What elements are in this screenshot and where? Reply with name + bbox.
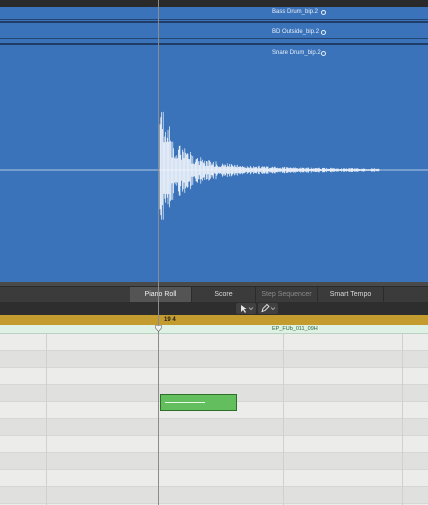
key-lane <box>0 419 428 436</box>
note-velocity-line <box>165 402 205 403</box>
key-lane <box>0 368 428 385</box>
tab-step-sequencer[interactable]: Step Sequencer <box>256 287 318 302</box>
tab-piano-roll[interactable]: Piano Roll <box>130 287 192 302</box>
key-lane <box>0 351 428 368</box>
editor-tab-bar: Piano Roll Score Step Sequencer Smart Te… <box>0 286 428 302</box>
key-lane <box>0 334 428 351</box>
tab-smart-tempo[interactable]: Smart Tempo <box>318 287 384 302</box>
key-lane <box>0 487 428 504</box>
chevron-down-icon <box>270 307 276 311</box>
playhead[interactable] <box>158 0 159 505</box>
editor-toolbar <box>0 302 428 315</box>
waveform-path <box>159 111 380 220</box>
arrow-pointer-icon <box>241 305 254 313</box>
ruler-position-label: 19 4 <box>164 317 176 323</box>
pointer-tool-button[interactable] <box>236 303 256 314</box>
key-lane <box>0 436 428 453</box>
beat-gridline <box>283 334 284 505</box>
beat-gridline <box>402 334 403 505</box>
piano-roll-grid[interactable] <box>0 334 428 505</box>
snare-waveform <box>0 111 428 220</box>
midi-region-header[interactable]: EP_FUb_011_09H <box>0 325 428 334</box>
top-strip <box>0 0 428 7</box>
tab-score[interactable]: Score <box>192 287 256 302</box>
timeline-ruler[interactable]: 19 4 <box>0 315 428 325</box>
key-lane <box>0 453 428 470</box>
audio-waveform-area[interactable]: Bass Drum_bip.2 BD Outside_bip.2 Snare D… <box>0 7 428 282</box>
playhead-marker-icon[interactable] <box>155 325 162 332</box>
chevron-down-icon <box>248 307 254 311</box>
pencil-tool-button[interactable] <box>258 303 278 314</box>
beat-gridline <box>46 334 47 505</box>
region-name: EP_FUb_011_09H <box>272 326 318 332</box>
midi-note[interactable] <box>160 394 237 411</box>
pencil-icon <box>261 303 276 313</box>
key-lane <box>0 470 428 487</box>
